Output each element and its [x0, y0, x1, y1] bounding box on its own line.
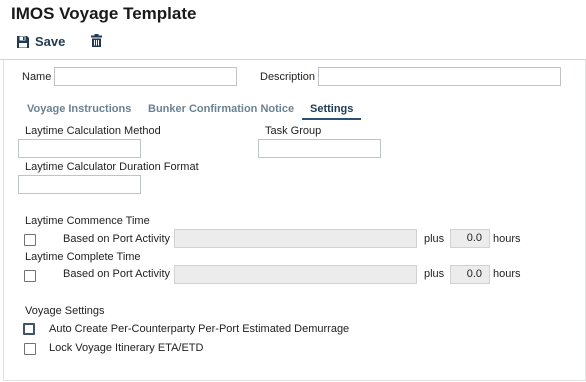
auto-create-demurrage-label: Auto Create Per-Counterparty Per-Port Es…	[49, 323, 350, 335]
commence-plus-label: plus	[424, 233, 445, 245]
active-tab-indicator	[302, 118, 361, 120]
tab-bunker-confirmation-notice[interactable]: Bunker Confirmation Notice	[148, 103, 294, 115]
name-label: Name	[22, 71, 52, 83]
trash-icon	[91, 34, 102, 47]
toolbar: Save	[16, 34, 102, 49]
lock-itinerary-checkbox[interactable]	[24, 343, 36, 355]
commence-hours-label: hours	[493, 233, 521, 245]
floppy-disk-icon	[17, 35, 29, 48]
delete-button[interactable]	[90, 34, 103, 53]
commence-hours-input[interactable]: 0.0	[450, 229, 490, 248]
laytime-calc-method-input[interactable]	[18, 139, 141, 158]
description-input[interactable]	[318, 67, 561, 86]
task-group-input[interactable]	[258, 139, 381, 158]
task-group-label: Task Group	[265, 125, 322, 137]
save-button[interactable]: Save	[16, 34, 65, 49]
complete-port-activity-checkbox[interactable]	[24, 270, 36, 282]
laytime-calc-method-label: Laytime Calculation Method	[25, 125, 161, 137]
complete-port-activity-input[interactable]	[174, 265, 417, 284]
duration-format-input[interactable]	[18, 175, 141, 194]
complete-hours-label: hours	[493, 268, 521, 280]
save-button-label: Save	[35, 34, 66, 49]
tab-voyage-instructions[interactable]: Voyage Instructions	[27, 103, 131, 115]
tab-settings[interactable]: Settings	[310, 103, 353, 115]
name-input[interactable]	[54, 67, 237, 86]
duration-format-label: Laytime Calculator Duration Format	[25, 161, 199, 173]
complete-time-heading: Laytime Complete Time	[25, 251, 141, 263]
complete-hours-input[interactable]: 0.0	[450, 265, 490, 284]
commence-port-activity-input[interactable]	[174, 229, 417, 248]
page-title: IMOS Voyage Template	[11, 4, 197, 23]
auto-create-demurrage-checkbox[interactable]	[23, 323, 35, 335]
description-label: Description	[260, 71, 316, 83]
complete-plus-label: plus	[424, 268, 445, 280]
voyage-settings-heading: Voyage Settings	[25, 305, 105, 317]
complete-port-activity-label: Based on Port Activity	[63, 268, 170, 280]
commence-port-activity-label: Based on Port Activity	[63, 233, 170, 245]
lock-itinerary-label: Lock Voyage Itinerary ETA/ETD	[49, 342, 204, 354]
commence-port-activity-checkbox[interactable]	[24, 234, 36, 246]
commence-time-heading: Laytime Commence Time	[25, 215, 150, 227]
